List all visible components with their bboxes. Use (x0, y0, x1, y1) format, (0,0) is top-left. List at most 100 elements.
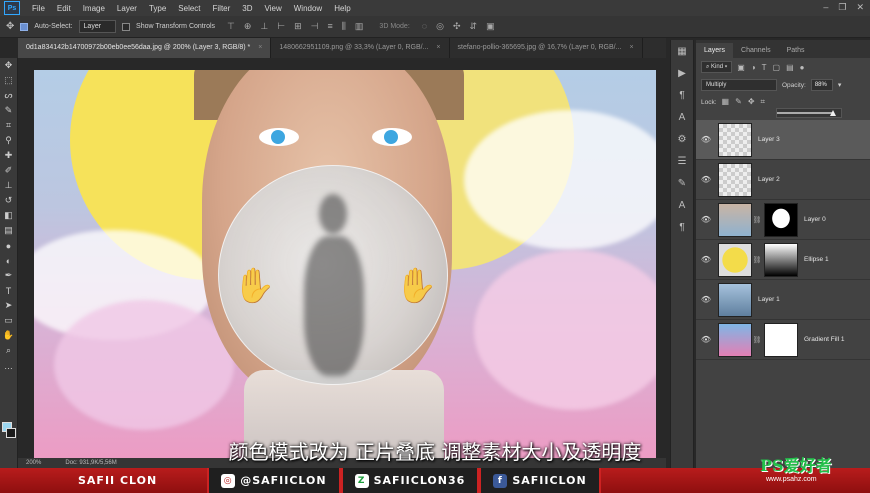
hand-icon[interactable]: ✋ (0, 328, 17, 343)
type-icon[interactable]: T (0, 283, 17, 298)
visibility-eye-icon[interactable]: 👁 (696, 295, 716, 304)
mask-link-icon[interactable]: ⛓ (752, 256, 762, 264)
properties-icon[interactable]: ☰ (671, 150, 693, 172)
menu-help[interactable]: Help (328, 4, 356, 13)
lock-transparency-icon[interactable]: ▦ (722, 97, 730, 107)
crop-icon[interactable]: ⌗ (0, 118, 17, 133)
brush-settings-icon[interactable]: ✎ (671, 172, 693, 194)
tab-document-1[interactable]: 0d1a834142b14700972b00eb0ee56daa.jpg @ 2… (18, 38, 272, 58)
stamp-icon[interactable]: ⊥ (0, 178, 17, 193)
paragraph-icon[interactable]: ¶ (671, 216, 693, 238)
layer-row[interactable]: 👁 Layer 2 (696, 160, 870, 200)
align-right-icon[interactable]: ⊣ (311, 21, 319, 32)
align-bottom-icon[interactable]: ⊥ (260, 21, 268, 32)
blur-icon[interactable]: ● (0, 238, 17, 253)
3d-slide-icon[interactable]: ⇵ (470, 21, 478, 32)
menu-view[interactable]: View (259, 4, 288, 13)
tab-paths[interactable]: Paths (779, 43, 813, 58)
layer-row[interactable]: 👁 ⛓ Gradient Fill 1 (696, 320, 870, 360)
align-top-icon[interactable]: ⊤ (227, 21, 235, 32)
tab-channels[interactable]: Channels (733, 43, 779, 58)
smart-object-filter-icon[interactable]: ▤ (786, 63, 794, 72)
paragraph-styles-icon[interactable]: ¶ (671, 84, 693, 106)
adjustment-filter-icon[interactable]: ◑ (751, 63, 756, 72)
3d-scale-icon[interactable]: ▣ (486, 21, 495, 32)
auto-select-checkbox[interactable] (20, 22, 29, 31)
auto-select-target-dropdown[interactable]: Layer (78, 20, 117, 33)
pixel-filter-icon[interactable]: ▣ (737, 63, 745, 72)
dodge-icon[interactable]: ◐ (0, 253, 17, 268)
pen-icon[interactable]: ✒ (0, 268, 17, 283)
layer-row[interactable]: 👁 ⛓ Ellipse 1 (696, 240, 870, 280)
tab-layers[interactable]: Layers (696, 43, 734, 58)
more-tools-icon[interactable]: … (0, 358, 17, 373)
lock-pixels-icon[interactable]: ✎ (735, 97, 742, 107)
close-icon[interactable]: ✕ (856, 2, 864, 13)
menu-filter[interactable]: Filter (207, 4, 237, 13)
gradient-icon[interactable]: ▤ (0, 223, 17, 238)
eraser-icon[interactable]: ◧ (0, 208, 17, 223)
align-left-icon[interactable]: ⊢ (277, 21, 285, 32)
blend-mode-dropdown[interactable]: Multiply (701, 79, 777, 91)
marquee-icon[interactable]: ⬚ (0, 73, 17, 88)
close-tab-icon[interactable]: × (436, 38, 440, 58)
lock-position-icon[interactable]: ✥ (748, 97, 755, 107)
tab-document-3[interactable]: stefano-pollio-365695.jpg @ 16,7% (Layer… (449, 38, 643, 58)
kind-filter-dropdown[interactable]: ⌕ Kind ▾ (701, 61, 733, 73)
type-panel-icon[interactable]: A (671, 194, 693, 216)
history-brush-icon[interactable]: ↺ (0, 193, 17, 208)
character-icon[interactable]: A (671, 106, 693, 128)
visibility-eye-icon[interactable]: 👁 (696, 255, 716, 264)
opacity-input[interactable]: 88% (810, 79, 833, 91)
quick-select-icon[interactable]: ✎ (0, 103, 17, 118)
menu-layer[interactable]: Layer (111, 4, 143, 13)
visibility-eye-icon[interactable]: 👁 (696, 335, 716, 344)
distribute-h-icon[interactable]: ⫼ (342, 21, 346, 32)
move-icon[interactable]: ✥ (0, 58, 17, 73)
visibility-eye-icon[interactable]: 👁 (696, 135, 716, 144)
layer-name[interactable]: Layer 0 (804, 216, 826, 223)
filter-toggle-icon[interactable]: ● (800, 63, 805, 72)
play-icon[interactable]: ▶ (671, 62, 693, 84)
menu-type[interactable]: Type (143, 4, 172, 13)
lock-artboard-icon[interactable]: ⌗ (761, 97, 766, 107)
zoom-icon[interactable]: ⌕ (0, 343, 17, 358)
layer-name[interactable]: Layer 3 (758, 136, 780, 143)
opacity-dropdown-icon[interactable]: ▾ (838, 81, 842, 89)
align-center-icon[interactable]: ⊞ (294, 21, 302, 32)
healing-icon[interactable]: ✚ (0, 148, 17, 163)
shape-icon[interactable]: ▭ (0, 313, 17, 328)
layer-name[interactable]: Layer 1 (758, 296, 780, 303)
tab-document-2[interactable]: 1480662951109.png @ 33,3% (Layer 0, RGB/… (271, 38, 450, 58)
auto-align-icon[interactable]: ▥ (355, 21, 364, 32)
brush-icon[interactable]: ✐ (0, 163, 17, 178)
close-tab-icon[interactable]: × (629, 38, 633, 58)
close-tab-icon[interactable]: × (258, 38, 262, 58)
opacity-slider[interactable] (776, 108, 842, 118)
3d-pan-icon[interactable]: ✣ (453, 21, 461, 32)
align-middle-icon[interactable]: ⊕ (244, 21, 252, 32)
adjustments-icon[interactable]: ⚙ (671, 128, 693, 150)
canvas-area[interactable]: ✋ ✋ (18, 58, 666, 458)
layer-row[interactable]: 👁 ⛓ Layer 0 (696, 200, 870, 240)
restore-icon[interactable]: ❐ (838, 2, 846, 13)
layer-row[interactable]: 👁 Layer 3 (696, 120, 870, 160)
visibility-eye-icon[interactable]: 👁 (696, 175, 716, 184)
path-select-icon[interactable]: ➤ (0, 298, 17, 313)
mask-link-icon[interactable]: ⛓ (752, 216, 762, 224)
layer-name[interactable]: Ellipse 1 (804, 256, 829, 263)
layer-name[interactable]: Layer 2 (758, 176, 780, 183)
lasso-icon[interactable]: ᔕ (0, 88, 17, 103)
menu-3d[interactable]: 3D (236, 4, 258, 13)
3d-roll-icon[interactable]: ◎ (436, 21, 444, 32)
3d-rotate-icon[interactable]: ◌ (422, 21, 427, 32)
layer-name[interactable]: Gradient Fill 1 (804, 336, 844, 343)
menu-edit[interactable]: Edit (51, 4, 77, 13)
visibility-eye-icon[interactable]: 👁 (696, 215, 716, 224)
type-filter-icon[interactable]: T (762, 63, 767, 72)
menu-file[interactable]: File (26, 4, 51, 13)
layer-row[interactable]: 👁 Layer 1 (696, 280, 870, 320)
move-tool-icon[interactable]: ✥ (6, 21, 14, 32)
document-canvas[interactable]: ✋ ✋ (34, 70, 656, 458)
menu-select[interactable]: Select (172, 4, 206, 13)
